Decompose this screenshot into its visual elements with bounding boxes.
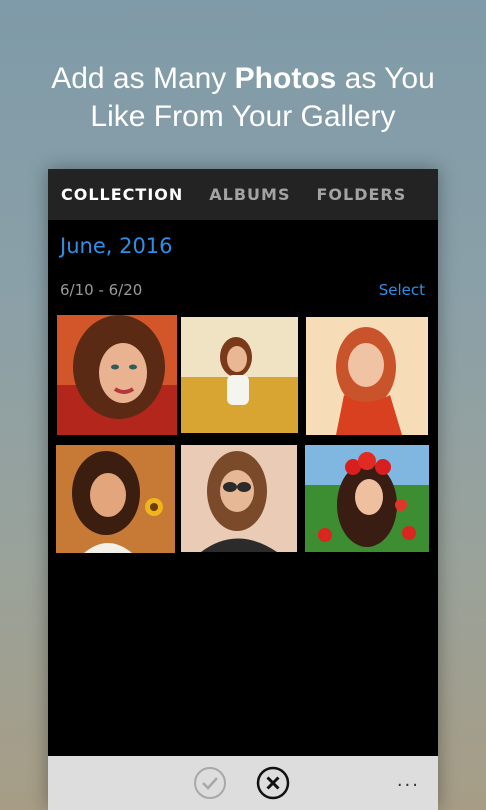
photo-thumbnail-3[interactable] <box>306 317 428 435</box>
tab-bar: COLLECTION ALBUMS FOLDERS <box>48 169 438 220</box>
headline-text-bold: Photos <box>234 62 337 95</box>
photo-thumbnail-4[interactable] <box>56 445 175 553</box>
accept-button[interactable] <box>193 766 227 805</box>
photo-thumbnail-2[interactable] <box>181 317 298 433</box>
cancel-button[interactable] <box>256 766 290 805</box>
tab-albums[interactable]: ALBUMS <box>209 185 290 204</box>
photo-thumbnail-5[interactable] <box>181 445 297 552</box>
photo-thumbnail-6[interactable] <box>305 445 429 552</box>
month-heading: June, 2016 <box>60 234 173 258</box>
tab-collection[interactable]: COLLECTION <box>61 185 183 204</box>
photo-thumbnail-1[interactable] <box>57 315 177 435</box>
headline-text-pre: Add as Many <box>51 62 235 95</box>
check-icon <box>194 767 226 799</box>
select-button[interactable]: Select <box>379 281 425 299</box>
more-options-button[interactable]: ... <box>397 770 420 791</box>
app-bar: ... <box>48 756 438 810</box>
date-range: 6/10 - 6/20 <box>60 281 143 299</box>
headline-line-1: Add as Many Photos as You <box>0 60 486 98</box>
close-icon <box>256 766 290 800</box>
headline-line-2: Like From Your Gallery <box>90 100 396 133</box>
tab-folders[interactable]: FOLDERS <box>316 185 406 204</box>
phone-screen: COLLECTION ALBUMS FOLDERS June, 2016 6/1… <box>48 169 438 810</box>
headline-text-post: as You <box>336 62 435 95</box>
promo-headline: Add as Many Photos as You Like From Your… <box>0 60 486 136</box>
